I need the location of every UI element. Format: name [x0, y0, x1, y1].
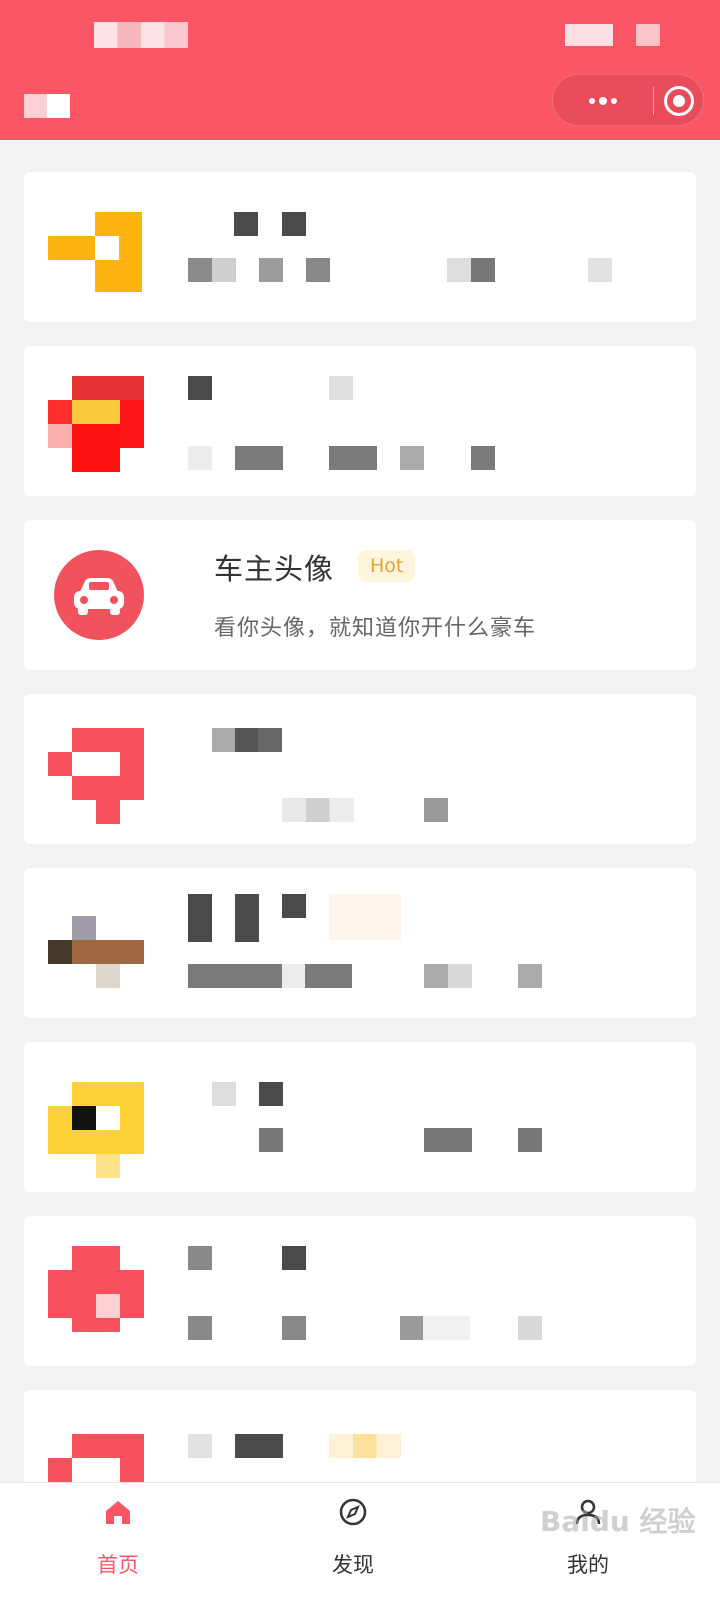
desc-mosaic-5	[471, 446, 495, 470]
desc-mosaic-4	[518, 1316, 542, 1340]
title-mosaic-2	[282, 1246, 306, 1270]
mosaic-app-icon	[48, 204, 144, 300]
desc-mosaic-3	[424, 964, 472, 988]
desc-mosaic-3	[518, 1128, 542, 1152]
hot-badge: Hot	[358, 550, 416, 582]
desc-mosaic-2	[259, 258, 283, 282]
baidu-watermark: Baidu 经验	[540, 1505, 696, 1538]
header-title-mosaic	[94, 22, 188, 48]
title-tag-mosaic	[329, 894, 401, 940]
desc-mosaic-3	[329, 446, 377, 470]
desc-mosaic	[259, 1128, 283, 1152]
list-item[interactable]	[24, 1042, 696, 1192]
desc-mosaic-2	[282, 964, 352, 988]
header-status-mosaic-2	[636, 24, 660, 46]
home-icon	[106, 1501, 130, 1524]
tab-label: 首页	[97, 1553, 139, 1577]
tab-home[interactable]: 首页	[38, 1483, 198, 1600]
title-mosaic	[212, 1082, 236, 1106]
tab-label: 发现	[332, 1553, 374, 1577]
desc-mosaic-4	[518, 964, 542, 988]
mosaic-app-icon	[48, 728, 144, 824]
desc-mosaic-4	[400, 446, 424, 470]
title-mosaic-2	[329, 376, 353, 400]
mosaic-app-icon	[48, 916, 144, 1012]
car-avatar-card[interactable]: 车主头像 Hot 看你头像，就知道你开什么豪车	[24, 520, 696, 670]
tab-label: 我的	[567, 1553, 609, 1577]
card-title: 车主头像	[214, 552, 335, 586]
desc-mosaic-2	[424, 798, 448, 822]
desc-mosaic-2	[282, 1316, 306, 1340]
mini-program-capsule	[552, 74, 704, 126]
app-header	[0, 0, 720, 140]
mosaic-app-icon	[48, 1246, 144, 1342]
title-mosaic-2	[235, 894, 259, 942]
more-dots-icon[interactable]	[573, 87, 633, 115]
title-mosaic	[234, 212, 258, 236]
desc-mosaic-3	[306, 258, 330, 282]
desc-mosaic-2	[235, 446, 283, 470]
title-mosaic	[188, 894, 212, 942]
desc-mosaic	[282, 798, 354, 822]
title-mosaic-2	[235, 1434, 283, 1458]
title-mosaic	[188, 1434, 212, 1458]
title-mosaic-2	[259, 1082, 283, 1106]
title-tag-mosaic	[329, 1434, 401, 1458]
mosaic-app-icon	[48, 1082, 144, 1178]
desc-mosaic-3	[400, 1316, 470, 1340]
desc-mosaic	[188, 964, 282, 988]
list-item[interactable]	[24, 694, 696, 844]
desc-mosaic	[188, 258, 236, 282]
desc-mosaic-4	[447, 258, 495, 282]
card-description: 看你头像，就知道你开什么豪车	[214, 616, 537, 641]
desc-mosaic-5	[588, 258, 612, 282]
title-mosaic	[212, 728, 282, 752]
list-item[interactable]	[24, 172, 696, 322]
title-mosaic	[188, 376, 212, 400]
list-item[interactable]	[24, 868, 696, 1018]
desc-mosaic-2	[424, 1128, 472, 1152]
tab-discover[interactable]: 发现	[273, 1483, 433, 1600]
title-mosaic	[188, 1246, 212, 1270]
list-item[interactable]	[24, 1216, 696, 1366]
desc-mosaic	[188, 446, 212, 470]
capsule-divider	[653, 87, 654, 115]
list-item[interactable]	[24, 346, 696, 496]
header-status-mosaic	[565, 24, 613, 46]
target-close-icon[interactable]	[664, 86, 694, 116]
title-mosaic-2	[282, 212, 306, 236]
desc-mosaic	[188, 1316, 212, 1340]
car-icon	[54, 550, 144, 640]
compass-icon	[339, 1498, 367, 1526]
header-subtitle-mosaic	[24, 94, 70, 118]
mosaic-app-icon	[48, 376, 144, 472]
title-mosaic-3	[282, 894, 306, 918]
